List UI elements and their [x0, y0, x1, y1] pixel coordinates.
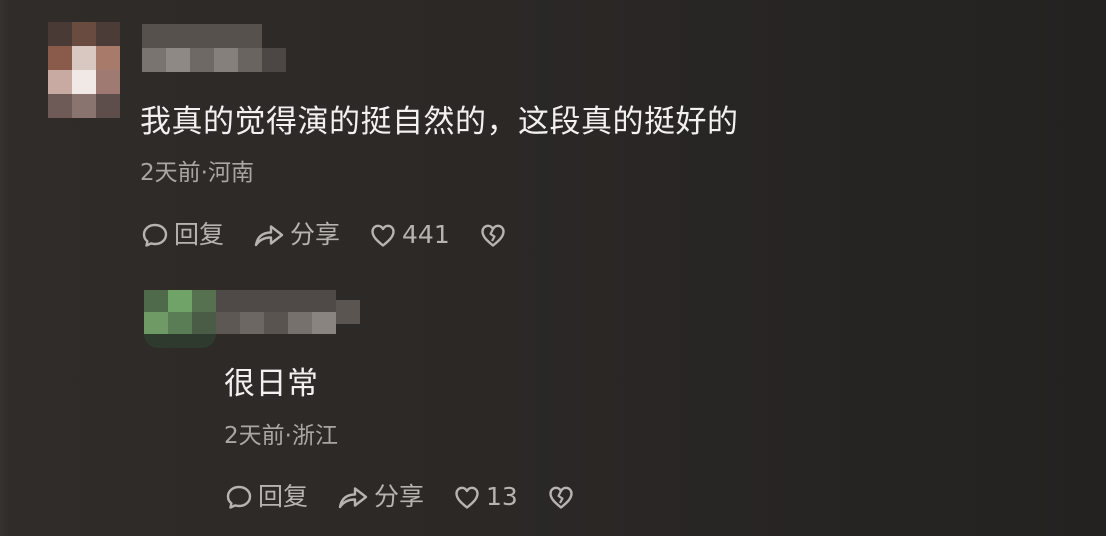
broken-heart-icon — [478, 220, 508, 250]
share-label: 分享 — [374, 482, 425, 511]
avatar[interactable] — [144, 290, 216, 356]
share-button[interactable]: 分享 — [336, 480, 424, 514]
comment-time: 2天前 — [140, 160, 201, 186]
reply-button[interactable]: 回复 — [140, 218, 224, 252]
comment-bubble-icon — [224, 482, 254, 512]
comment-bubble-icon — [140, 220, 170, 250]
left-edge — [0, 0, 10, 536]
comment-location: 河南 — [207, 160, 254, 186]
share-button[interactable]: 分享 — [252, 218, 340, 252]
comment-actions: 回复 分享 441 — [140, 218, 536, 252]
reply-time: 2天前 — [224, 423, 285, 449]
reply-meta: 2天前·浙江 — [224, 420, 338, 452]
reply-text: 很日常 — [224, 366, 319, 402]
dislike-button[interactable] — [546, 482, 576, 512]
username-redacted[interactable] — [142, 24, 292, 74]
comment-meta: 2天前·河南 — [140, 157, 254, 189]
meta-separator: · — [200, 160, 208, 186]
reply-actions: 回复 分享 13 — [224, 480, 604, 514]
dislike-button[interactable] — [478, 220, 508, 250]
comment-text: 我真的觉得演的挺自然的，这段真的挺好的 — [140, 104, 739, 140]
meta-separator: · — [284, 423, 292, 449]
broken-heart-icon — [546, 482, 576, 512]
heart-icon — [452, 482, 482, 512]
reply-button[interactable]: 回复 — [224, 480, 308, 514]
share-arrow-icon — [336, 482, 370, 512]
reply-label: 回复 — [174, 220, 225, 249]
reply-location: 浙江 — [291, 423, 338, 449]
share-arrow-icon — [252, 220, 286, 250]
like-count: 13 — [486, 482, 518, 511]
like-button[interactable]: 441 — [368, 218, 450, 252]
share-label: 分享 — [290, 220, 341, 249]
username-redacted[interactable] — [216, 290, 366, 340]
comment-thread: 我真的觉得演的挺自然的，这段真的挺好的 2天前·河南 回复 分享 441 很日常… — [0, 0, 1106, 536]
avatar[interactable] — [48, 22, 120, 118]
like-count: 441 — [402, 220, 450, 249]
heart-icon — [368, 220, 398, 250]
like-button[interactable]: 13 — [452, 480, 518, 514]
reply-label: 回复 — [258, 482, 309, 511]
